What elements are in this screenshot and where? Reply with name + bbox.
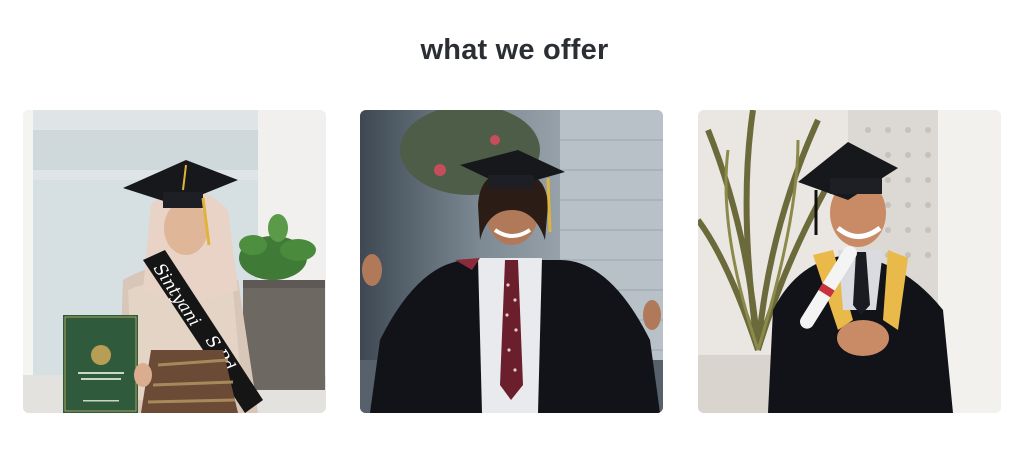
offer-card-1[interactable]: Sintyani S.Pd [23,110,326,413]
offer-card-2[interactable] [360,110,663,413]
section-title: what we offer [420,34,609,67]
graduate-man-photo [360,110,663,413]
offer-card-3[interactable] [698,110,1001,413]
graduate-woman-photo: Sintyani S.Pd [23,110,326,413]
graduate-man-diploma-photo [698,110,1001,413]
